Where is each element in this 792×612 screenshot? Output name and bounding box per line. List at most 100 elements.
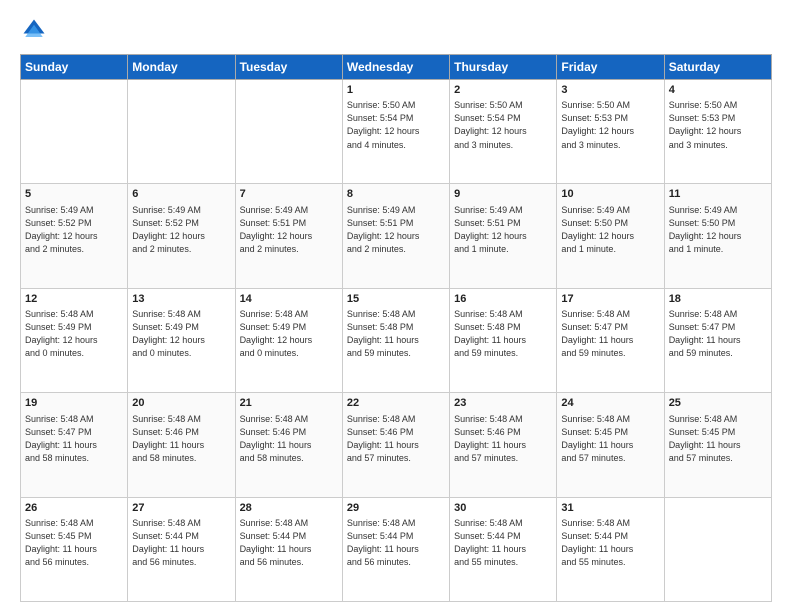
day-number: 9 — [454, 187, 552, 202]
cell-content: Sunrise: 5:48 AM Sunset: 5:44 PM Dayligh… — [132, 517, 230, 569]
cell-content: Sunrise: 5:49 AM Sunset: 5:52 PM Dayligh… — [132, 204, 230, 256]
day-number: 22 — [347, 396, 445, 411]
cell-content: Sunrise: 5:48 AM Sunset: 5:45 PM Dayligh… — [25, 517, 123, 569]
cell-content: Sunrise: 5:48 AM Sunset: 5:48 PM Dayligh… — [347, 308, 445, 360]
calendar-week-row: 1Sunrise: 5:50 AM Sunset: 5:54 PM Daylig… — [21, 80, 772, 184]
calendar-day-header: Friday — [557, 55, 664, 80]
day-number: 29 — [347, 501, 445, 516]
cell-content: Sunrise: 5:48 AM Sunset: 5:45 PM Dayligh… — [669, 413, 767, 465]
calendar-cell: 26Sunrise: 5:48 AM Sunset: 5:45 PM Dayli… — [21, 497, 128, 601]
day-number: 13 — [132, 292, 230, 307]
calendar-cell: 17Sunrise: 5:48 AM Sunset: 5:47 PM Dayli… — [557, 288, 664, 392]
calendar-cell: 13Sunrise: 5:48 AM Sunset: 5:49 PM Dayli… — [128, 288, 235, 392]
day-number: 17 — [561, 292, 659, 307]
cell-content: Sunrise: 5:48 AM Sunset: 5:47 PM Dayligh… — [669, 308, 767, 360]
day-number: 24 — [561, 396, 659, 411]
day-number: 14 — [240, 292, 338, 307]
cell-content: Sunrise: 5:49 AM Sunset: 5:52 PM Dayligh… — [25, 204, 123, 256]
calendar-day-header: Wednesday — [342, 55, 449, 80]
day-number: 12 — [25, 292, 123, 307]
calendar-cell: 12Sunrise: 5:48 AM Sunset: 5:49 PM Dayli… — [21, 288, 128, 392]
calendar-cell: 22 Sunrise: 5:48 AM Sunset: 5:46 PM Dayli… — [342, 393, 449, 497]
calendar-day-header: Sunday — [21, 55, 128, 80]
logo-icon — [20, 16, 48, 44]
cell-content: Sunrise: 5:48 AM Sunset: 5:46 PM Dayligh… — [132, 413, 230, 465]
calendar-cell: 29Sunrise: 5:48 AM Sunset: 5:44 PM Dayli… — [342, 497, 449, 601]
calendar-cell: 2Sunrise: 5:50 AM Sunset: 5:54 PM Daylig… — [450, 80, 557, 184]
cell-content: Sunrise: 5:50 AM Sunset: 5:54 PM Dayligh… — [347, 99, 445, 151]
calendar-cell: 20 Sunrise: 5:48 AM Sunset: 5:46 PM Dayli… — [128, 393, 235, 497]
calendar-cell: 8Sunrise: 5:49 AM Sunset: 5:51 PM Daylig… — [342, 184, 449, 288]
page: SundayMondayTuesdayWednesdayThursdayFrid… — [0, 0, 792, 612]
day-number: 2 — [454, 83, 552, 98]
cell-content: Sunrise: 5:49 AM Sunset: 5:50 PM Dayligh… — [561, 204, 659, 256]
calendar-cell: 31Sunrise: 5:48 AM Sunset: 5:44 PM Dayli… — [557, 497, 664, 601]
calendar-cell: 14Sunrise: 5:48 AM Sunset: 5:49 PM Dayli… — [235, 288, 342, 392]
calendar-cell — [128, 80, 235, 184]
day-number: 4 — [669, 83, 767, 98]
calendar-table: SundayMondayTuesdayWednesdayThursdayFrid… — [20, 54, 772, 602]
day-number: 27 — [132, 501, 230, 516]
calendar-day-header: Thursday — [450, 55, 557, 80]
calendar-cell: 11 Sunrise: 5:49 AM Sunset: 5:50 PM Dayli… — [664, 184, 771, 288]
cell-content: Sunrise: 5:48 AM Sunset: 5:45 PM Dayligh… — [561, 413, 659, 465]
calendar-week-row: 26Sunrise: 5:48 AM Sunset: 5:45 PM Dayli… — [21, 497, 772, 601]
day-number: 30 — [454, 501, 552, 516]
calendar-cell: 7 Sunrise: 5:49 AM Sunset: 5:51 PM Daylig… — [235, 184, 342, 288]
calendar-cell: 19 Sunrise: 5:48 AM Sunset: 5:47 PM Dayli… — [21, 393, 128, 497]
cell-content: Sunrise: 5:48 AM Sunset: 5:49 PM Dayligh… — [240, 308, 338, 360]
calendar-day-header: Tuesday — [235, 55, 342, 80]
cell-content: Sunrise: 5:50 AM Sunset: 5:54 PM Dayligh… — [454, 99, 552, 151]
day-number: 19 — [25, 396, 123, 411]
day-number: 28 — [240, 501, 338, 516]
calendar-cell: 10Sunrise: 5:49 AM Sunset: 5:50 PM Dayli… — [557, 184, 664, 288]
cell-content: Sunrise: 5:49 AM Sunset: 5:51 PM Dayligh… — [240, 204, 338, 256]
day-number: 7 — [240, 187, 338, 202]
cell-content: Sunrise: 5:48 AM Sunset: 5:48 PM Dayligh… — [454, 308, 552, 360]
day-number: 20 — [132, 396, 230, 411]
day-number: 3 — [561, 83, 659, 98]
cell-content: Sunrise: 5:49 AM Sunset: 5:50 PM Dayligh… — [669, 204, 767, 256]
day-number: 25 — [669, 396, 767, 411]
day-number: 21 — [240, 396, 338, 411]
calendar-cell: 21Sunrise: 5:48 AM Sunset: 5:46 PM Dayli… — [235, 393, 342, 497]
cell-content: Sunrise: 5:50 AM Sunset: 5:53 PM Dayligh… — [669, 99, 767, 151]
calendar-cell: 15Sunrise: 5:48 AM Sunset: 5:48 PM Dayli… — [342, 288, 449, 392]
logo — [20, 16, 52, 44]
day-number: 6 — [132, 187, 230, 202]
day-number: 18 — [669, 292, 767, 307]
cell-content: Sunrise: 5:48 AM Sunset: 5:49 PM Dayligh… — [132, 308, 230, 360]
calendar-cell: 24 Sunrise: 5:48 AM Sunset: 5:45 PM Dayli… — [557, 393, 664, 497]
day-number: 31 — [561, 501, 659, 516]
day-number: 8 — [347, 187, 445, 202]
day-number: 16 — [454, 292, 552, 307]
calendar-cell — [235, 80, 342, 184]
cell-content: Sunrise: 5:48 AM Sunset: 5:47 PM Dayligh… — [561, 308, 659, 360]
cell-content: Sunrise: 5:48 AM Sunset: 5:44 PM Dayligh… — [240, 517, 338, 569]
calendar-cell: 28Sunrise: 5:48 AM Sunset: 5:44 PM Dayli… — [235, 497, 342, 601]
calendar-cell: 23Sunrise: 5:48 AM Sunset: 5:46 PM Dayli… — [450, 393, 557, 497]
calendar-cell: 18Sunrise: 5:48 AM Sunset: 5:47 PM Dayli… — [664, 288, 771, 392]
calendar-cell: 9 Sunrise: 5:49 AM Sunset: 5:51 PM Daylig… — [450, 184, 557, 288]
cell-content: Sunrise: 5:49 AM Sunset: 5:51 PM Dayligh… — [454, 204, 552, 256]
cell-content: Sunrise: 5:48 AM Sunset: 5:44 PM Dayligh… — [561, 517, 659, 569]
calendar-cell: 25 Sunrise: 5:48 AM Sunset: 5:45 PM Dayli… — [664, 393, 771, 497]
day-number: 26 — [25, 501, 123, 516]
cell-content: Sunrise: 5:48 AM Sunset: 5:44 PM Dayligh… — [454, 517, 552, 569]
cell-content: Sunrise: 5:50 AM Sunset: 5:53 PM Dayligh… — [561, 99, 659, 151]
day-number: 15 — [347, 292, 445, 307]
calendar-week-row: 5Sunrise: 5:49 AM Sunset: 5:52 PM Daylig… — [21, 184, 772, 288]
calendar-cell: 5Sunrise: 5:49 AM Sunset: 5:52 PM Daylig… — [21, 184, 128, 288]
calendar-cell: 30Sunrise: 5:48 AM Sunset: 5:44 PM Dayli… — [450, 497, 557, 601]
calendar-week-row: 12 Sunrise: 5:48 AM Sunset: 5:49 PM Dayli… — [21, 288, 772, 392]
day-number: 11 — [669, 187, 767, 202]
calendar-cell: 27Sunrise: 5:48 AM Sunset: 5:44 PM Dayli… — [128, 497, 235, 601]
cell-content: Sunrise: 5:48 AM Sunset: 5:46 PM Dayligh… — [347, 413, 445, 465]
calendar-cell: 16Sunrise: 5:48 AM Sunset: 5:48 PM Dayli… — [450, 288, 557, 392]
day-number: 23 — [454, 396, 552, 411]
calendar-day-header: Monday — [128, 55, 235, 80]
cell-content: Sunrise: 5:48 AM Sunset: 5:47 PM Dayligh… — [25, 413, 123, 465]
calendar-cell — [21, 80, 128, 184]
calendar-cell — [664, 497, 771, 601]
header — [20, 16, 772, 44]
